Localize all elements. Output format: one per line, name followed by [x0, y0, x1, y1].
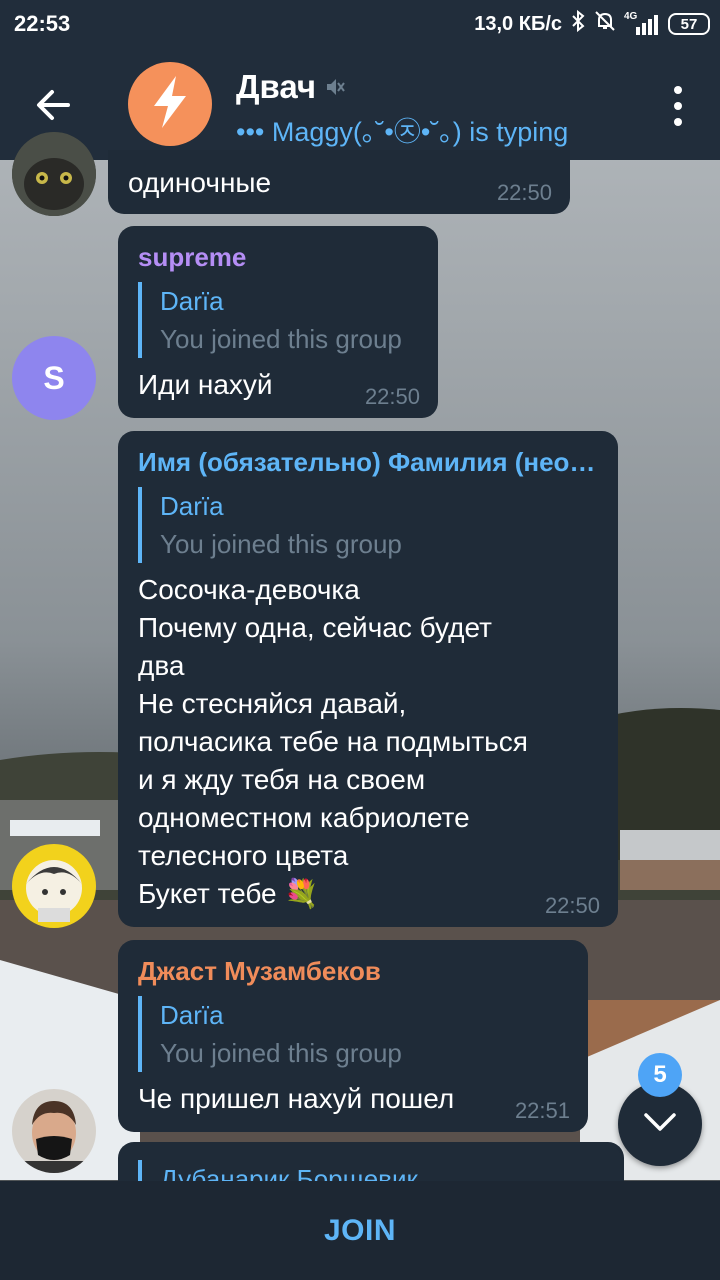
message-time: 22:51 [514, 1098, 570, 1123]
reply-quote[interactable]: Darïa You joined this group [138, 282, 402, 358]
join-bar[interactable]: JOIN [0, 1181, 720, 1280]
message-text: одиночные [128, 167, 272, 198]
message-bubble[interactable]: supreme Darïa You joined this group Иди … [118, 226, 438, 418]
message-text: Сосочка-девочка Почему одна, сейчас буде… [138, 571, 608, 913]
reply-author: Darïa [160, 286, 224, 316]
reply-author: Darïa [160, 491, 224, 521]
battery-icon: 57 [668, 13, 710, 35]
reply-text: You joined this group [160, 324, 402, 354]
message-text: Иди нахуй [138, 369, 273, 400]
message-line: Не стесняйся давай, [138, 688, 407, 719]
avatar-letter: S [43, 359, 65, 396]
signal-icon: 4G [624, 11, 660, 35]
message-author[interactable]: supreme [138, 242, 246, 273]
chevron-down-icon [642, 1111, 678, 1138]
chat-avatar[interactable] [128, 62, 212, 146]
message-time: 22:50 [364, 384, 420, 409]
chat-title[interactable]: Двач [236, 68, 346, 106]
message-line: два [138, 650, 185, 681]
message-line: одноместном кабриолете [138, 802, 470, 833]
more-vertical-icon[interactable] [672, 86, 684, 126]
message-bubble[interactable]: одиночные 22:50 [108, 150, 570, 214]
message-line: Букет тебе 💐 [138, 878, 320, 909]
status-time: 22:53 [14, 11, 71, 36]
reply-quote[interactable]: Darïa You joined this group [138, 996, 402, 1072]
chat-header[interactable]: Двач ••• Maggy(｡˘•㉨•˘｡) is typing [0, 48, 720, 160]
message-time: 22:50 [496, 180, 552, 205]
message-line: полчасика тебе на подмыться [138, 726, 528, 757]
message-line: и я жду тебя на своем [138, 764, 426, 795]
message-text: Че пришел нахуй пошел [138, 1083, 455, 1114]
mute-notifications-icon [594, 10, 616, 38]
reply-quote[interactable]: Darïa You joined this group [138, 487, 402, 563]
lightning-icon [146, 74, 194, 135]
typing-status: ••• Maggy(｡˘•㉨•˘｡) is typing [236, 117, 569, 147]
message-line: Почему одна, сейчас будет [138, 612, 492, 643]
network-type: 4G [624, 11, 638, 22]
reply-text: You joined this group [160, 529, 402, 559]
message-bubble[interactable]: Джаст Музамбеков Darïa You joined this g… [118, 940, 588, 1132]
message-author[interactable]: Имя (обязательно) Фамилия (нео… [138, 447, 600, 478]
message-time: 22:50 [544, 893, 600, 918]
unread-badge[interactable]: 5 [638, 1053, 682, 1097]
avatar-supreme[interactable]: S [12, 336, 96, 420]
avatar-masked-man[interactable] [12, 1089, 96, 1173]
status-bar: 22:53 13,0 КБ/с 4G 57 [0, 0, 720, 48]
chat-title-text: Двач [236, 68, 317, 105]
avatar-anime[interactable] [12, 844, 96, 928]
battery-level: 57 [680, 15, 698, 33]
reply-text: You joined this group [160, 1038, 402, 1068]
muted-speaker-icon [324, 68, 346, 106]
message-author[interactable]: Джаст Музамбеков [138, 956, 381, 987]
network-speed: 13,0 КБ/с [474, 12, 562, 35]
join-button[interactable]: JOIN [324, 1214, 396, 1248]
bluetooth-icon [570, 9, 586, 39]
reply-author: Darïa [160, 1000, 224, 1030]
message-line: Сосочка-девочка [138, 574, 360, 605]
message-bubble[interactable]: Имя (обязательно) Фамилия (нео… Darïa Yo… [118, 431, 618, 927]
avatar-cat[interactable] [12, 132, 96, 216]
back-arrow-icon[interactable] [28, 80, 78, 130]
message-line: телесного цвета [138, 840, 349, 871]
